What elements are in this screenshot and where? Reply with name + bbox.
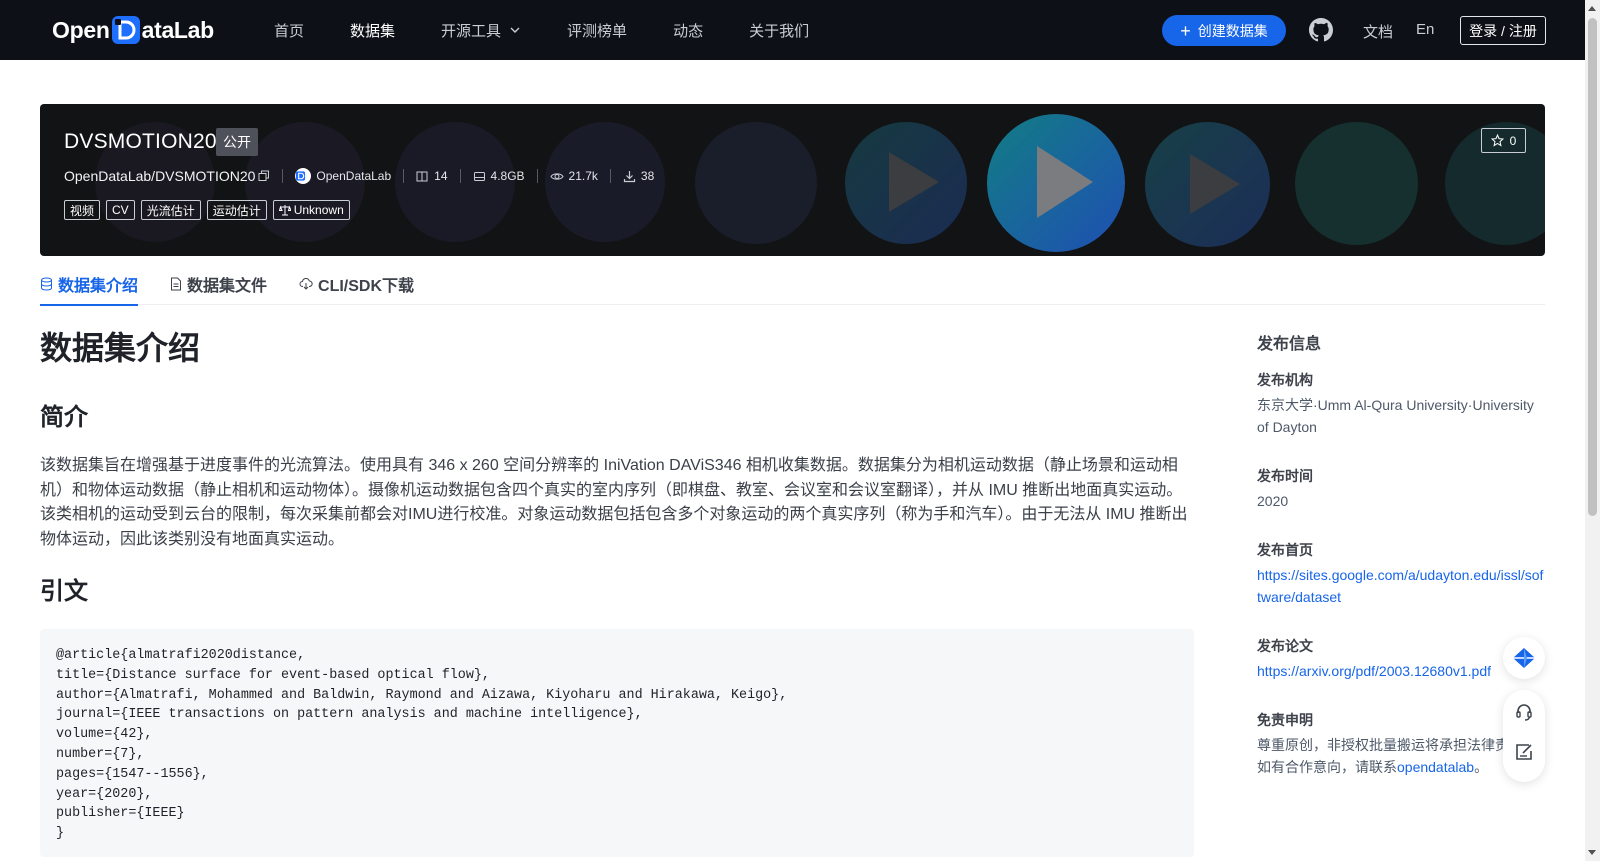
- tab-label: 数据集介绍: [58, 277, 139, 295]
- star-count: 0: [1509, 133, 1517, 148]
- tag[interactable]: 运动估计: [206, 200, 267, 220]
- nav-open-tools-label: 开源工具: [441, 22, 502, 40]
- dataset-path: OpenDataLab/DVSMOTION20: [64, 168, 256, 184]
- meta-divider: [459, 169, 461, 183]
- nav-leaderboard[interactable]: 评测榜单: [567, 20, 627, 41]
- logo-text-open: Open: [52, 16, 110, 43]
- disclaimer-suffix: 。: [1474, 759, 1489, 775]
- create-dataset-label: 创建数据集: [1197, 22, 1268, 39]
- nav-home[interactable]: 首页: [274, 20, 304, 41]
- scroll-up-arrow-icon[interactable]: [1588, 6, 1596, 11]
- page-title: 数据集介绍: [40, 330, 201, 366]
- org-avatar-icon: [295, 168, 312, 184]
- dataset-tabs: 数据集介绍 数据集文件 CLI/SDK下载: [40, 262, 1545, 306]
- tab-label: 数据集文件: [187, 277, 268, 295]
- tag[interactable]: 光流估计: [140, 200, 201, 220]
- files-icon: [416, 171, 428, 181]
- copy-icon[interactable]: [258, 170, 270, 182]
- chevron-down-icon: [510, 27, 520, 33]
- view-count-value: 21.7k: [568, 169, 598, 183]
- disclaimer-prefix: 如有合作意向，请联系: [1257, 759, 1397, 775]
- intro-paragraph: 该数据集旨在增强基于进度事件的光流算法。使用具有 346 x 260 空间分辨率…: [40, 457, 1188, 548]
- download-icon: [623, 170, 636, 182]
- feedback-edit-icon[interactable]: [1514, 742, 1534, 762]
- dataset-tags: 视频 CV 光流估计 运动估计 Unknown: [64, 200, 356, 220]
- floating-toolbar: [1503, 690, 1545, 782]
- citation-code-block: @article{almatrafi2020distance, title={D…: [40, 629, 1194, 857]
- star-icon: [1490, 134, 1504, 147]
- license-value: Unknown: [293, 203, 344, 217]
- tab-cli-sdk-download[interactable]: CLI/SDK下载: [299, 262, 414, 305]
- homepage-link[interactable]: https://sites.google.com/a/udayton.edu/i…: [1257, 564, 1547, 608]
- tab-dataset-files[interactable]: 数据集文件: [170, 262, 267, 305]
- publish-time-value: 2020: [1257, 493, 1289, 509]
- create-dataset-button[interactable]: + 创建数据集: [1162, 15, 1286, 46]
- citation-heading: 引文: [40, 578, 88, 605]
- nav-datasets[interactable]: 数据集: [350, 20, 395, 41]
- file-count-value: 14: [434, 169, 448, 183]
- visibility-badge: 公开: [216, 128, 258, 156]
- tab-label: CLI/SDK下载: [318, 277, 415, 295]
- storage-icon: [473, 171, 485, 181]
- publish-info-title: 发布信息: [1257, 336, 1322, 353]
- tag[interactable]: 视频: [64, 200, 101, 220]
- homepage-label: 发布首页: [1257, 542, 1313, 558]
- eye-icon: [549, 172, 564, 180]
- customer-service-icon[interactable]: [1514, 702, 1534, 722]
- opendatalab-logo[interactable]: Open ataLab: [52, 14, 214, 46]
- publisher-org-name: OpenDataLab: [316, 169, 392, 183]
- dataset-meta-row: OpenDataLab/DVSMOTION20 OpenDataLab 14 4…: [64, 166, 654, 186]
- nav-open-tools[interactable]: 开源工具: [441, 20, 521, 41]
- license-tag[interactable]: Unknown: [272, 200, 350, 220]
- meta-divider: [609, 169, 611, 183]
- top-navbar: Open ataLab 首页 数据集 开源工具 评测榜单 动态 关于我们 + 创…: [0, 0, 1585, 60]
- scroll-down-arrow-icon[interactable]: [1588, 850, 1596, 855]
- publish-time-label: 发布时间: [1257, 468, 1313, 484]
- dataset-intro-content: 数据集介绍 简介 该数据集旨在增强基于进度事件的光流算法。使用具有 346 x …: [40, 326, 1194, 857]
- scale-icon: [278, 205, 291, 216]
- download-count: 38: [623, 169, 654, 183]
- paper-link[interactable]: https://arxiv.org/pdf/2003.12680v1.pdf: [1257, 660, 1491, 682]
- tag[interactable]: CV: [106, 200, 135, 220]
- dataset-header-banner: DVSMOTION20 公开 OpenDataLab/DVSMOTION20 O…: [40, 104, 1545, 256]
- meta-divider: [536, 169, 538, 183]
- meta-divider: [282, 169, 284, 183]
- download-count-value: 38: [640, 169, 655, 183]
- view-count: 21.7k: [549, 169, 598, 183]
- meta-divider: [403, 169, 405, 183]
- paper-label: 发布论文: [1257, 638, 1313, 654]
- file-icon: [171, 277, 182, 290]
- plus-icon: +: [1180, 20, 1191, 41]
- disclaimer-label: 免责申明: [1257, 712, 1313, 728]
- main-menu: 首页 数据集 开源工具 评测榜单 动态 关于我们: [274, 0, 855, 60]
- publisher-label: 发布机构: [1257, 372, 1313, 388]
- tab-dataset-intro[interactable]: 数据集介绍: [40, 262, 139, 306]
- dataset-size: 4.8GB: [473, 169, 525, 183]
- language-switch[interactable]: En: [1416, 21, 1434, 38]
- intro-heading: 简介: [40, 404, 88, 431]
- dataset-title: DVSMOTION20: [64, 130, 217, 153]
- database-icon: [41, 277, 52, 290]
- nav-about[interactable]: 关于我们: [749, 20, 809, 41]
- nav-news[interactable]: 动态: [673, 20, 703, 41]
- scroll-thumb[interactable]: [1588, 18, 1597, 516]
- disclaimer-line-1: 尊重原创，非授权批量搬运将承担法律责任: [1257, 737, 1515, 753]
- paper-plane-icon: [1513, 648, 1535, 668]
- cloud-download-icon: [299, 278, 313, 290]
- file-count: 14: [416, 169, 448, 183]
- dataset-size-value: 4.8GB: [490, 169, 525, 183]
- star-button[interactable]: 0: [1481, 128, 1526, 153]
- publisher-org[interactable]: OpenDataLab: [295, 168, 391, 184]
- page-scrollbar[interactable]: [1585, 0, 1600, 861]
- publisher-value: 东京大学·Umm Al-Qura University·University o…: [1257, 397, 1534, 435]
- github-icon[interactable]: [1309, 18, 1333, 42]
- logo-text-atalab: ataLab: [141, 16, 215, 43]
- docs-link[interactable]: 文档: [1363, 21, 1393, 42]
- contact-link[interactable]: opendatalab: [1397, 759, 1474, 775]
- login-register-button[interactable]: 登录 / 注册: [1460, 16, 1546, 45]
- disclaimer-line-2: 如有合作意向，请联系opendatalab。: [1257, 756, 1488, 778]
- logo-d-mark-icon: [111, 15, 141, 45]
- floating-assistant-button[interactable]: [1503, 637, 1545, 679]
